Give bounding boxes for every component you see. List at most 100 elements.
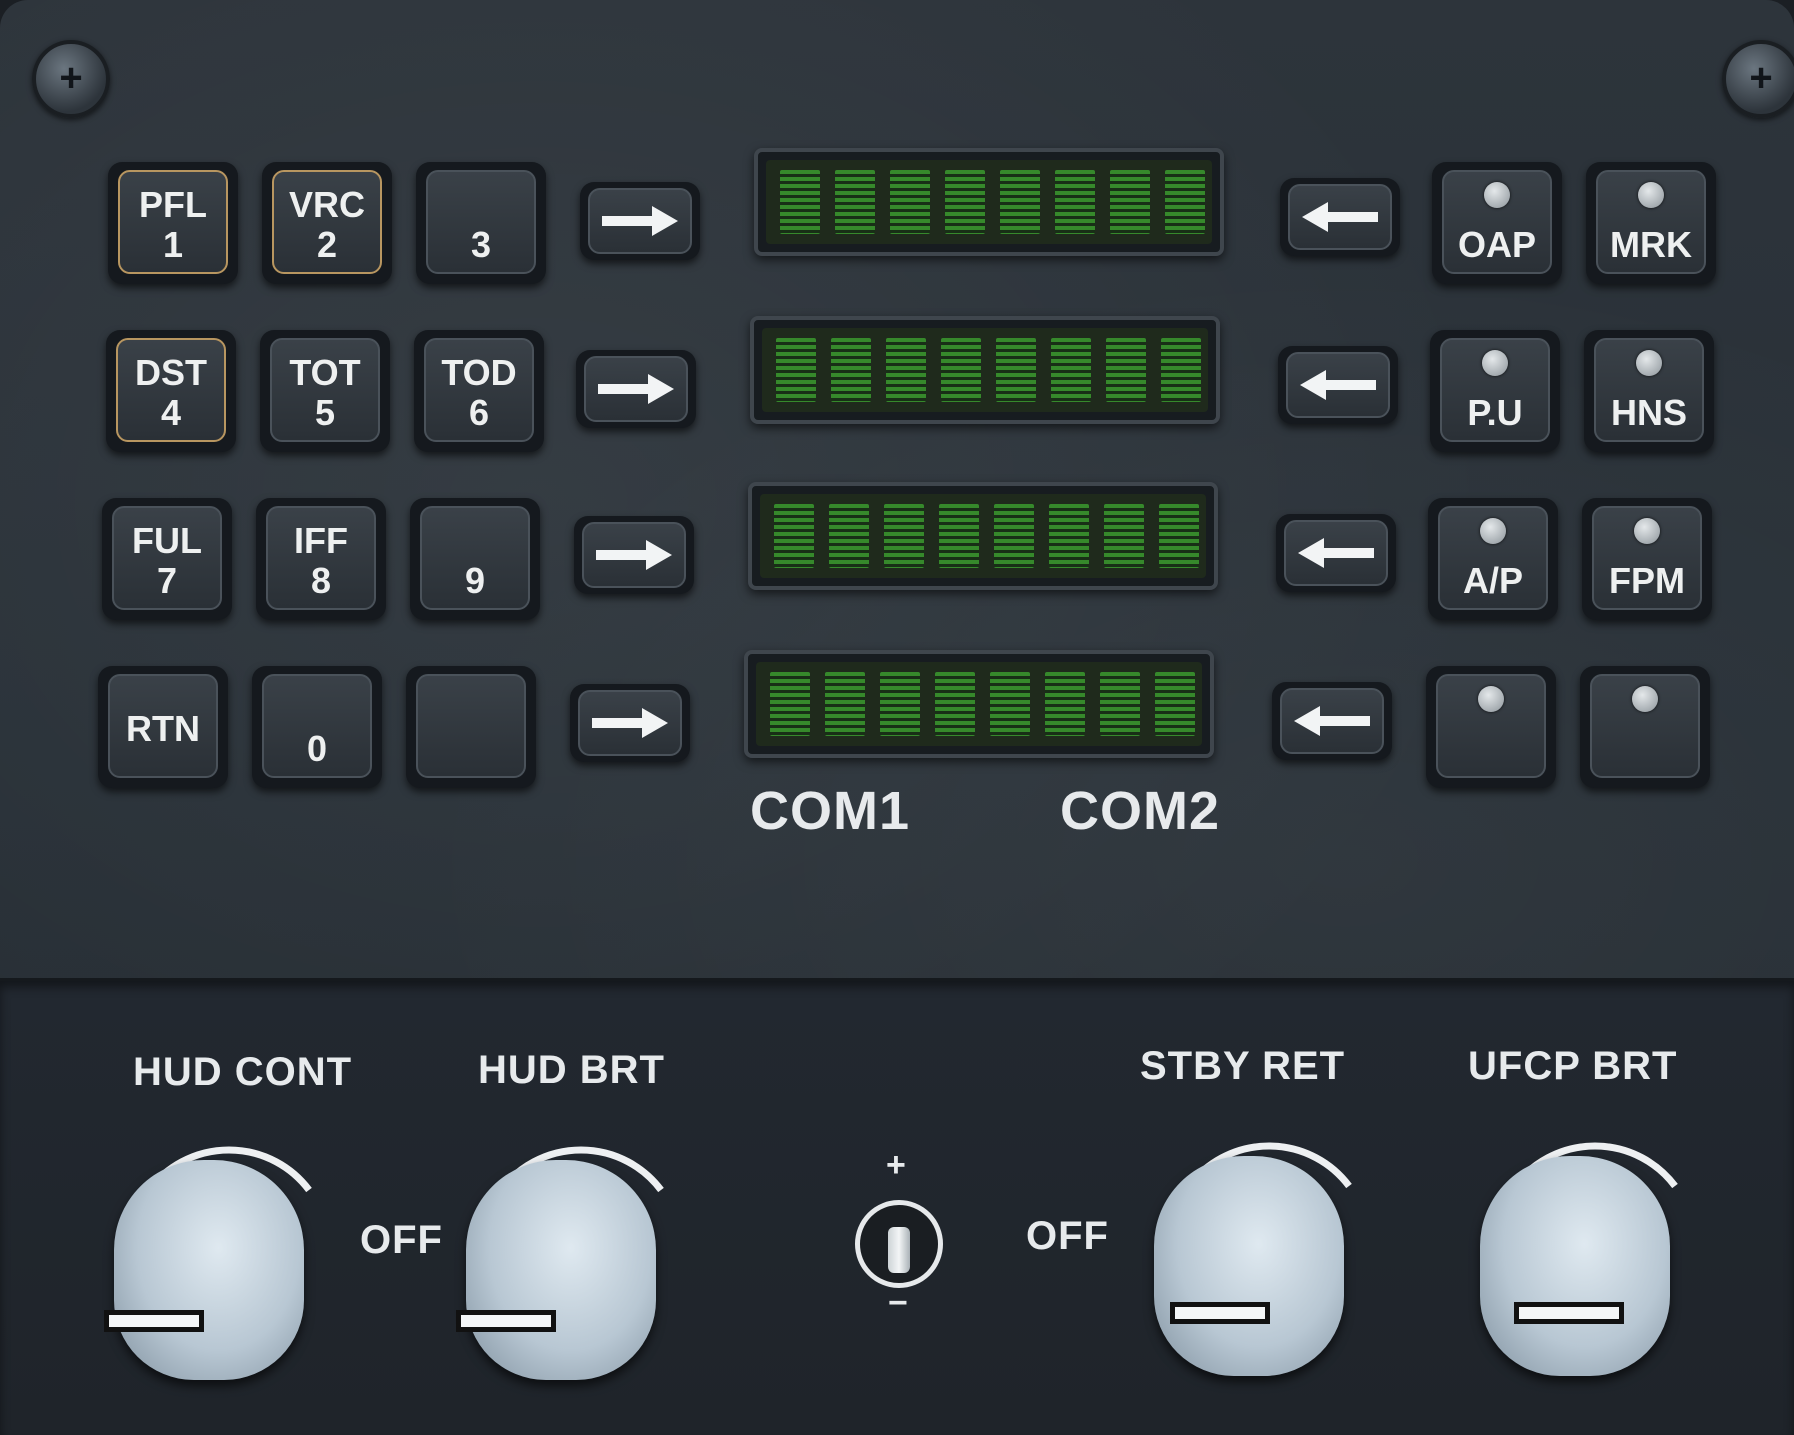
indicator-light-icon	[1636, 350, 1662, 376]
indicator-light-icon	[1480, 518, 1506, 544]
stby-toggle-switch[interactable]	[855, 1200, 943, 1288]
key-hns[interactable]: HNS	[1584, 330, 1714, 452]
toggle-plus-label: +	[886, 1146, 907, 1184]
display-segment	[886, 338, 926, 402]
knob-pointer-icon	[104, 1310, 204, 1332]
key-oap[interactable]: OAP	[1432, 162, 1562, 284]
display-segment	[835, 170, 875, 234]
hud-cont-label: HUD CONT	[133, 1050, 353, 1094]
key-tod-6[interactable]: TOD 6	[414, 330, 544, 452]
screw-top-right-icon: +	[1722, 40, 1794, 118]
key-0[interactable]: 0	[252, 666, 382, 788]
ufcp-panel: + + PFL 1 VRC 2 3 DST 4 TOT 5 TOD 6 FUL 7 IFF 8…	[0, 0, 1794, 1435]
display-segment	[780, 170, 820, 234]
display-segment	[1165, 170, 1205, 234]
indicator-light-icon	[1478, 686, 1504, 712]
indicator-light-icon	[1638, 182, 1664, 208]
left-arrow-button-4[interactable]	[1272, 682, 1392, 760]
display-segment	[990, 672, 1030, 736]
display-segment	[1000, 170, 1040, 234]
right-arrow-button-4[interactable]	[570, 684, 690, 762]
arrow-right-icon	[596, 540, 672, 570]
key-blank[interactable]	[406, 666, 536, 788]
knob-pointer-icon	[1170, 1302, 1270, 1324]
display-segment	[1045, 672, 1085, 736]
display-segment	[1159, 504, 1199, 568]
right-arrow-button-3[interactable]	[574, 516, 694, 594]
hud-brt-knob[interactable]	[456, 1120, 676, 1390]
toggle-lever-icon	[888, 1227, 910, 1273]
display-segment	[941, 338, 981, 402]
key-3[interactable]: 3	[416, 162, 546, 284]
arrow-right-icon	[602, 206, 678, 236]
display-cells	[756, 662, 1202, 746]
ufcp-brt-knob[interactable]	[1470, 1116, 1690, 1386]
stby-ret-label: STBY RET	[1140, 1044, 1346, 1088]
display-segment	[1161, 338, 1201, 402]
key-blank-right-2[interactable]	[1580, 666, 1710, 788]
display-segment	[1055, 170, 1095, 234]
key-tot-5[interactable]: TOT 5	[260, 330, 390, 452]
arrow-left-icon	[1302, 202, 1378, 232]
off-label-right: OFF	[1026, 1214, 1109, 1258]
key-dst-4[interactable]: DST 4	[106, 330, 236, 452]
display-cells	[766, 160, 1212, 244]
arrow-right-icon	[592, 708, 668, 738]
display-segment	[890, 170, 930, 234]
display-segment	[825, 672, 865, 736]
key-rtn[interactable]: RTN	[98, 666, 228, 788]
com1-label: COM1	[750, 781, 911, 841]
left-arrow-button-1[interactable]	[1280, 178, 1400, 256]
hud-cont-knob[interactable]	[104, 1120, 324, 1390]
key-ful-7[interactable]: FUL 7	[102, 498, 232, 620]
indicator-light-icon	[1634, 518, 1660, 544]
display-row-3	[748, 482, 1218, 590]
display-cells	[762, 328, 1208, 412]
key-pfl-1[interactable]: PFL 1	[108, 162, 238, 284]
screw-top-left-icon: +	[32, 40, 110, 118]
display-segment	[884, 504, 924, 568]
display-segment	[1155, 672, 1195, 736]
key-vrc-2[interactable]: VRC 2	[262, 162, 392, 284]
display-segment	[996, 338, 1036, 402]
display-row-4	[744, 650, 1214, 758]
display-segment	[994, 504, 1034, 568]
left-arrow-button-2[interactable]	[1278, 346, 1398, 424]
display-cells	[760, 494, 1206, 578]
display-segment	[829, 504, 869, 568]
display-row-1	[754, 148, 1224, 256]
display-segment	[880, 672, 920, 736]
display-segment	[774, 504, 814, 568]
knob-pointer-icon	[456, 1310, 556, 1332]
arrow-left-icon	[1298, 538, 1374, 568]
display-segment	[770, 672, 810, 736]
display-segment	[1104, 504, 1144, 568]
key-iff-8[interactable]: IFF 8	[256, 498, 386, 620]
key-blank-right-1[interactable]	[1426, 666, 1556, 788]
display-segment	[831, 338, 871, 402]
display-segment	[1110, 170, 1150, 234]
right-arrow-button-1[interactable]	[580, 182, 700, 260]
arrow-left-icon	[1294, 706, 1370, 736]
toggle-minus-label: −	[888, 1284, 909, 1322]
key-mrk[interactable]: MRK	[1586, 162, 1716, 284]
ufcp-brt-label: UFCP BRT	[1468, 1044, 1678, 1088]
com2-label: COM2	[1060, 781, 1221, 841]
key-ap[interactable]: A/P	[1428, 498, 1558, 620]
stby-ret-knob[interactable]	[1144, 1116, 1364, 1386]
indicator-light-icon	[1632, 686, 1658, 712]
right-arrow-button-2[interactable]	[576, 350, 696, 428]
display-segment	[935, 672, 975, 736]
off-label-left: OFF	[360, 1218, 443, 1262]
indicator-light-icon	[1482, 350, 1508, 376]
knob-pointer-icon	[1514, 1302, 1624, 1324]
key-9[interactable]: 9	[410, 498, 540, 620]
key-fpm[interactable]: FPM	[1582, 498, 1712, 620]
hud-brt-label: HUD BRT	[478, 1048, 665, 1092]
indicator-light-icon	[1484, 182, 1510, 208]
key-pu[interactable]: P.U	[1430, 330, 1560, 452]
display-segment	[776, 338, 816, 402]
display-segment	[1049, 504, 1089, 568]
display-segment	[945, 170, 985, 234]
left-arrow-button-3[interactable]	[1276, 514, 1396, 592]
